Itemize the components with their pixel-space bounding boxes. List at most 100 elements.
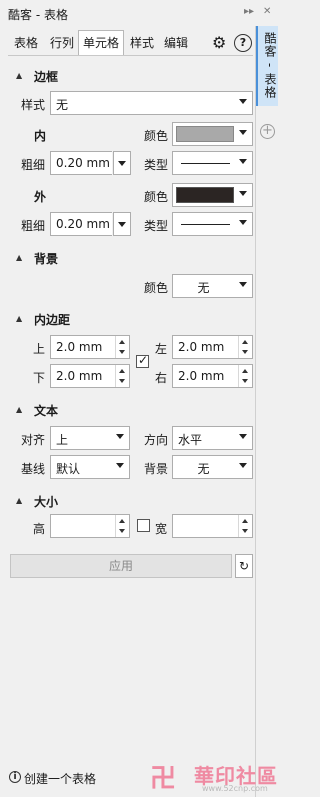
text-direction-select[interactable]: 水平 <box>172 426 253 450</box>
chevron-down-icon <box>239 434 247 439</box>
lock-size-checkbox[interactable] <box>137 519 150 532</box>
inner-weight-input[interactable]: 0.20 mm <box>50 151 112 175</box>
spin-down-icon <box>119 350 125 354</box>
padding-right-value: 2.0 mm <box>178 369 225 383</box>
inner-color-label: 颜色 <box>144 129 169 143</box>
outer-weight-value: 0.20 mm <box>56 217 110 231</box>
spinner-buttons[interactable] <box>238 336 252 358</box>
padding-left-input[interactable]: 2.0 mm <box>172 335 253 359</box>
expand-panel-icon[interactable]: ▸▸ <box>244 6 254 17</box>
spinner-buttons[interactable] <box>238 365 252 387</box>
section-padding-heading: 内边距 <box>34 313 71 327</box>
width-input[interactable] <box>172 514 253 538</box>
inner-weight-value: 0.20 mm <box>56 156 110 170</box>
spin-up-icon <box>119 519 125 523</box>
chevron-down-icon <box>239 191 247 196</box>
outer-weight-dropdown[interactable] <box>113 212 131 236</box>
inner-line-type-select[interactable] <box>172 151 253 175</box>
text-background-select[interactable]: 无 <box>172 455 253 479</box>
background-color-select[interactable]: 无 <box>172 274 253 298</box>
chevron-down-icon <box>239 130 247 135</box>
chevron-down-icon <box>239 220 247 225</box>
spin-up-icon <box>242 519 248 523</box>
solid-line-icon <box>181 163 230 164</box>
text-align-label: 对齐 <box>21 433 46 447</box>
gear-icon[interactable]: ⚙ <box>212 33 226 52</box>
border-style-select[interactable]: 无 <box>50 91 253 115</box>
spin-down-icon <box>242 350 248 354</box>
outer-color-picker[interactable] <box>172 183 253 207</box>
outer-line-type-select[interactable] <box>172 212 253 236</box>
outer-weight-input[interactable]: 0.20 mm <box>50 212 112 236</box>
info-icon: i <box>9 771 21 783</box>
outer-type-label: 类型 <box>144 219 169 233</box>
border-style-label: 样式 <box>21 98 46 112</box>
chevron-down-icon <box>118 222 126 227</box>
inner-border-heading: 内 <box>34 129 47 143</box>
text-align-select[interactable]: 上 <box>50 426 130 450</box>
tab-cell[interactable]: 单元格 <box>78 30 125 56</box>
link-padding-checkbox[interactable]: ✓ <box>136 353 149 368</box>
tab-style[interactable]: 样式 <box>128 30 156 56</box>
outer-weight-label: 粗细 <box>21 219 46 233</box>
section-border-heading: 边框 <box>34 70 59 84</box>
collapse-border-icon[interactable]: ▲ <box>16 71 22 80</box>
close-icon[interactable]: ✕ <box>263 6 271 17</box>
inner-weight-dropdown[interactable] <box>113 151 131 175</box>
collapse-text-icon[interactable]: ▲ <box>16 405 22 414</box>
tab-rows-columns[interactable]: 行列 <box>48 30 76 56</box>
section-size-heading: 大小 <box>34 495 59 509</box>
spin-up-icon <box>242 369 248 373</box>
spinner-buttons[interactable] <box>238 515 252 537</box>
inner-color-picker[interactable] <box>172 122 253 146</box>
chevron-down-icon <box>116 463 124 468</box>
docker-tab-label: 酷客 - 表格 <box>263 32 277 99</box>
padding-bottom-value: 2.0 mm <box>56 369 103 383</box>
spinner-buttons[interactable] <box>115 515 129 537</box>
apply-button[interactable]: 应用 <box>10 554 232 578</box>
outer-color-swatch <box>176 187 234 203</box>
tab-table[interactable]: 表格 <box>12 30 40 56</box>
spinner-buttons[interactable] <box>115 336 129 358</box>
help-icon[interactable]: ? <box>234 34 252 52</box>
height-input[interactable] <box>50 514 130 538</box>
height-label: 高 <box>33 522 46 536</box>
text-baseline-select[interactable]: 默认 <box>50 455 130 479</box>
tab-divider <box>8 55 253 56</box>
collapse-background-icon[interactable]: ▲ <box>16 253 22 262</box>
padding-bottom-input[interactable]: 2.0 mm <box>50 364 130 388</box>
watermark-logo-icon: 卍 <box>150 764 177 794</box>
collapse-size-icon[interactable]: ▲ <box>16 496 22 505</box>
text-background-value: 无 <box>197 462 210 476</box>
padding-left-label: 左 <box>155 342 168 356</box>
window-title: 酷客 - 表格 <box>8 8 68 22</box>
padding-top-input[interactable]: 2.0 mm <box>50 335 130 359</box>
spin-down-icon <box>242 379 248 383</box>
watermark: 卍 華印社區 www.52cnp.com <box>150 758 278 794</box>
spin-down-icon <box>119 379 125 383</box>
reset-icon[interactable]: ↻ <box>235 554 253 578</box>
padding-right-input[interactable]: 2.0 mm <box>172 364 253 388</box>
spinner-buttons[interactable] <box>115 365 129 387</box>
padding-right-label: 右 <box>155 371 168 385</box>
width-label: 宽 <box>155 522 168 536</box>
border-style-value: 无 <box>56 98 69 112</box>
section-text-heading: 文本 <box>34 404 59 418</box>
inner-type-label: 类型 <box>144 158 169 172</box>
chevron-down-icon <box>239 463 247 468</box>
spin-up-icon <box>119 369 125 373</box>
tab-edit[interactable]: 编辑 <box>162 30 190 56</box>
collapse-padding-icon[interactable]: ▲ <box>16 314 22 323</box>
padding-bottom-label: 下 <box>33 371 46 385</box>
add-docker-icon[interactable]: + <box>260 124 275 139</box>
chevron-down-icon <box>239 159 247 164</box>
outer-border-heading: 外 <box>34 190 47 204</box>
inner-color-swatch <box>176 126 234 142</box>
chevron-down-icon <box>116 434 124 439</box>
solid-line-icon <box>181 224 230 225</box>
spin-down-icon <box>242 529 248 533</box>
padding-top-value: 2.0 mm <box>56 340 103 354</box>
status-text: 创建一个表格 <box>24 772 97 786</box>
docker-tab-table[interactable]: 酷客 - 表格 <box>256 26 278 106</box>
section-background-heading: 背景 <box>34 252 59 266</box>
